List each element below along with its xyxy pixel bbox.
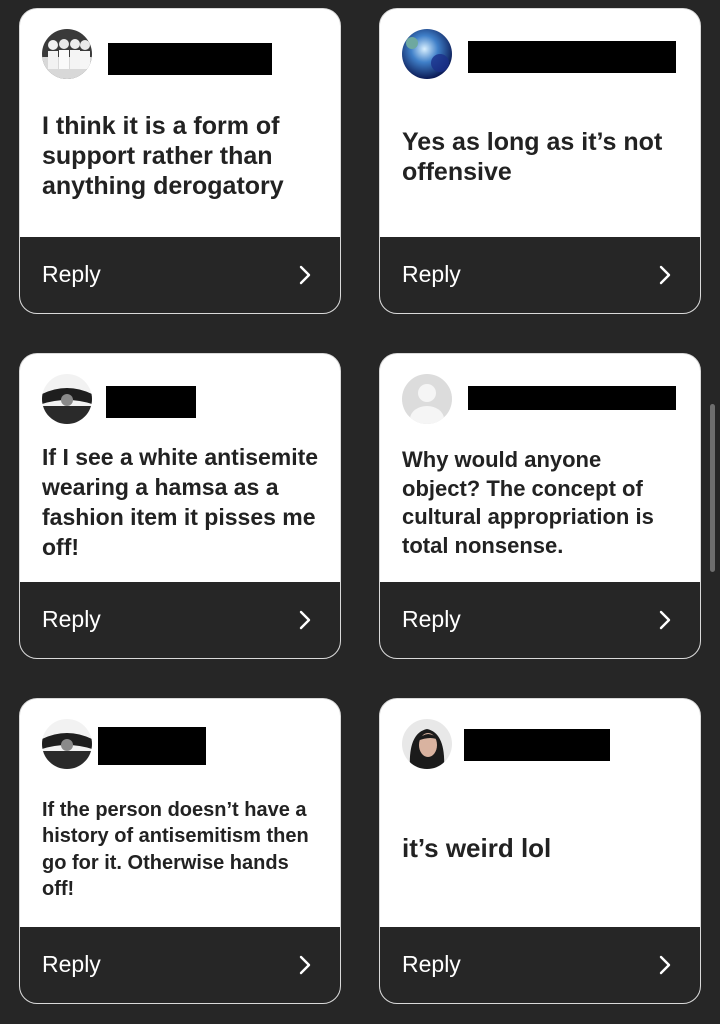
avatar[interactable] [42,29,92,79]
chevron-right-icon [659,265,671,285]
chevron-right-icon [299,610,311,630]
reply-label: Reply [402,606,461,632]
response-card: I think it is a form of support rather t… [19,8,341,314]
response-card: If I see a white antisemite wearing a ha… [19,353,341,659]
response-card: If the person doesn’t have a history of … [19,698,341,1004]
chevron-right-icon [659,955,671,975]
reply-label: Reply [42,951,101,977]
response-card: Why would anyone object? The concept of … [379,353,701,659]
redacted-username [106,386,196,418]
avatar[interactable] [42,374,92,424]
reply-button[interactable]: Reply [20,237,340,313]
reply-button[interactable]: Reply [380,582,700,658]
response-text: Yes as long as it’s not offensive [402,128,663,186]
response-text: it’s weird lol [402,833,552,863]
response-text: If the person doesn’t have a history of … [42,799,309,901]
reply-label: Reply [402,951,461,977]
scrollbar[interactable] [710,404,715,572]
redacted-username [98,727,206,765]
reply-label: Reply [42,606,101,632]
chevron-right-icon [299,955,311,975]
redacted-username [468,41,676,73]
reply-button[interactable]: Reply [380,237,700,313]
avatar[interactable] [402,719,452,769]
avatar[interactable] [402,374,452,424]
reply-button[interactable]: Reply [380,927,700,1003]
response-text: Why would anyone object? The concept of … [402,447,654,558]
reply-label: Reply [42,261,101,287]
reply-button[interactable]: Reply [20,927,340,1003]
response-text: If I see a white antisemite wearing a ha… [42,444,319,560]
avatar[interactable] [402,29,452,79]
reply-button[interactable]: Reply [20,582,340,658]
reply-label: Reply [402,261,461,287]
response-card: Yes as long as it’s not offensive Reply [379,8,701,314]
chevron-right-icon [299,265,311,285]
redacted-username [108,43,272,75]
redacted-username [464,729,610,761]
response-card: it’s weird lol Reply [379,698,701,1004]
response-text: I think it is a form of support rather t… [42,112,284,200]
redacted-username [468,386,676,410]
chevron-right-icon [659,610,671,630]
avatar[interactable] [42,719,92,769]
